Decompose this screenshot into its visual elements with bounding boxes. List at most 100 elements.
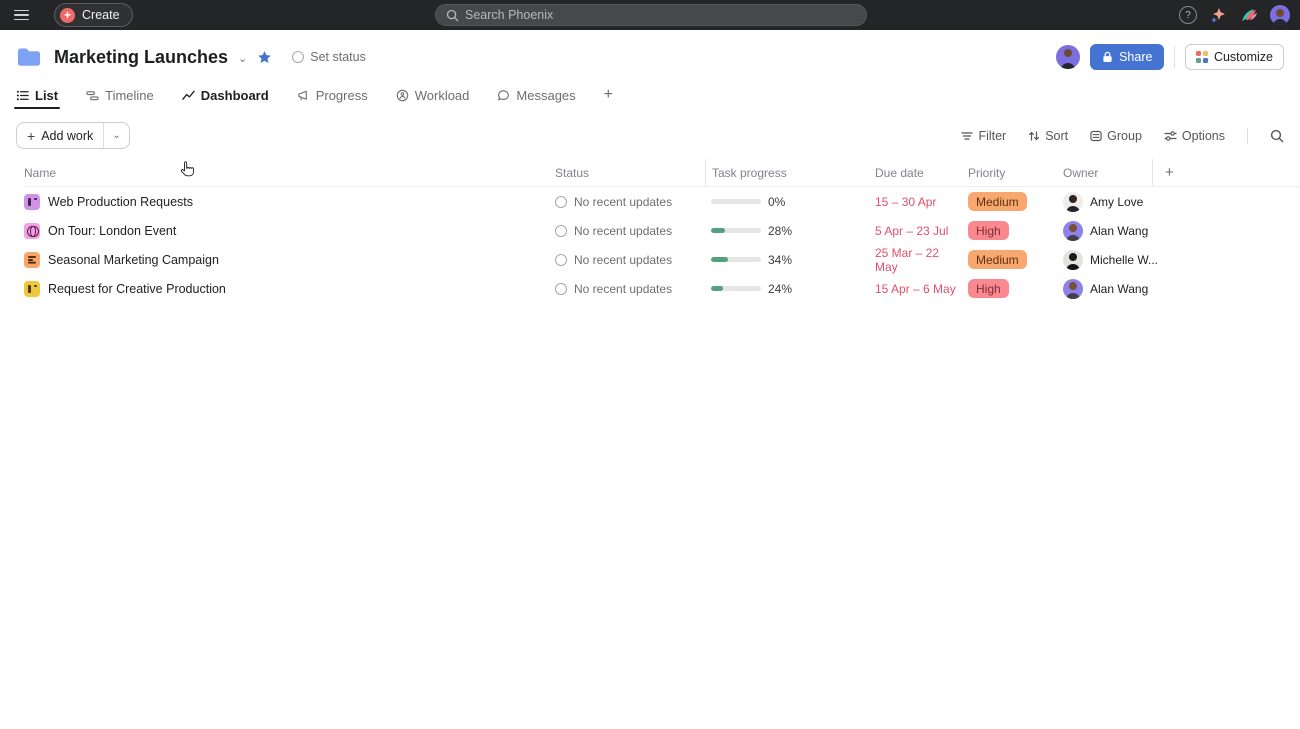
add-work-button[interactable]: + Add work ⌄ xyxy=(16,122,130,149)
project-icon xyxy=(24,281,40,297)
task-progress-cell[interactable]: 0% xyxy=(705,187,867,216)
timeline-icon xyxy=(86,89,99,102)
tab-list[interactable]: List xyxy=(16,82,58,108)
status-cell[interactable]: No recent updates xyxy=(555,274,705,303)
search-icon xyxy=(1270,129,1284,143)
table-body: Web Production Requests No recent update… xyxy=(0,187,1300,303)
group-button[interactable]: Group xyxy=(1090,129,1142,143)
column-header-priority[interactable]: Priority xyxy=(961,159,1056,186)
customize-button[interactable]: Customize xyxy=(1185,44,1284,70)
set-status-button[interactable]: Set status xyxy=(292,50,366,64)
table-row[interactable]: Web Production Requests No recent update… xyxy=(24,187,1300,216)
chevron-down-icon[interactable]: ⌄ xyxy=(238,52,247,65)
status-text: No recent updates xyxy=(574,282,672,296)
table-row[interactable]: Request for Creative Production No recen… xyxy=(24,274,1300,303)
task-progress-cell[interactable]: 34% xyxy=(705,245,867,274)
tab-messages[interactable]: Messages xyxy=(497,82,575,108)
project-name[interactable]: Web Production Requests xyxy=(48,195,193,209)
create-button[interactable]: + Create xyxy=(54,3,133,27)
filter-button[interactable]: Filter xyxy=(961,129,1006,143)
owner-avatar xyxy=(1063,221,1083,241)
column-header-name[interactable]: Name xyxy=(24,159,555,186)
project-name[interactable]: Seasonal Marketing Campaign xyxy=(48,253,219,267)
status-circle-icon xyxy=(555,225,567,237)
customize-label: Customize xyxy=(1214,50,1273,64)
progress-percent: 24% xyxy=(768,282,792,296)
project-name[interactable]: Request for Creative Production xyxy=(48,282,226,296)
progress-percent: 34% xyxy=(768,253,792,267)
project-icon xyxy=(24,252,40,268)
sort-icon xyxy=(1028,130,1040,142)
menu-icon[interactable] xyxy=(14,2,40,28)
share-label: Share xyxy=(1119,50,1152,64)
owner-avatar xyxy=(1063,250,1083,270)
add-view-button[interactable]: + xyxy=(604,86,613,104)
divider xyxy=(1247,128,1248,144)
global-search-input[interactable]: Search Phoenix xyxy=(435,4,867,26)
tab-dashboard[interactable]: Dashboard xyxy=(182,82,269,108)
help-button[interactable]: ? xyxy=(1179,6,1197,24)
sort-button[interactable]: Sort xyxy=(1028,129,1068,143)
progress-bar xyxy=(711,286,761,291)
owner-name: Alan Wang xyxy=(1090,282,1148,296)
status-cell[interactable]: No recent updates xyxy=(555,187,705,216)
priority-badge[interactable]: High xyxy=(968,221,1009,240)
list-toolbar: + Add work ⌄ Filter Sort xyxy=(0,108,1300,159)
owner-name: Alan Wang xyxy=(1090,224,1148,238)
list-search-button[interactable] xyxy=(1270,129,1284,143)
priority-badge[interactable]: High xyxy=(968,279,1009,298)
top-navigation-bar: + Create Search Phoenix ? xyxy=(0,0,1300,30)
tab-timeline[interactable]: Timeline xyxy=(86,82,154,108)
project-icon xyxy=(24,223,40,239)
page-title[interactable]: Marketing Launches xyxy=(54,47,228,68)
tab-progress[interactable]: Progress xyxy=(297,82,368,108)
due-date[interactable]: 15 Apr – 6 May xyxy=(875,282,956,296)
due-date[interactable]: 25 Mar – 22 May xyxy=(875,246,961,274)
add-column-button[interactable]: + xyxy=(1152,159,1192,186)
favorite-star-icon[interactable] xyxy=(257,50,272,65)
owner-cell[interactable]: Alan Wang xyxy=(1056,216,1152,245)
priority-badge[interactable]: Medium xyxy=(968,250,1027,269)
table-row[interactable]: Seasonal Marketing Campaign No recent up… xyxy=(24,245,1300,274)
add-work-dropdown[interactable]: ⌄ xyxy=(103,123,128,148)
owner-cell[interactable]: Alan Wang xyxy=(1056,274,1152,303)
due-date[interactable]: 5 Apr – 23 Jul xyxy=(875,224,948,238)
column-header-task-progress[interactable]: Task progress xyxy=(705,159,867,186)
task-progress-cell[interactable]: 28% xyxy=(705,216,867,245)
phoenix-logo-icon[interactable] xyxy=(1239,5,1259,25)
options-button[interactable]: Options xyxy=(1164,129,1225,143)
status-text: No recent updates xyxy=(574,195,672,209)
group-icon xyxy=(1090,130,1102,142)
divider xyxy=(1174,46,1175,68)
due-date[interactable]: 15 – 30 Apr xyxy=(875,195,936,209)
megaphone-icon xyxy=(297,89,310,102)
ai-sparkle-icon[interactable] xyxy=(1208,5,1228,25)
column-header-owner[interactable]: Owner xyxy=(1056,159,1152,186)
share-button[interactable]: Share xyxy=(1090,44,1164,70)
task-progress-cell[interactable]: 24% xyxy=(705,274,867,303)
tab-workload[interactable]: Workload xyxy=(396,82,470,108)
folder-icon xyxy=(16,46,42,68)
user-avatar[interactable] xyxy=(1270,5,1290,25)
status-text: No recent updates xyxy=(574,253,672,267)
search-placeholder: Search Phoenix xyxy=(465,8,553,22)
owner-name: Michelle W... xyxy=(1090,253,1158,267)
status-cell[interactable]: No recent updates xyxy=(555,245,705,274)
status-text: No recent updates xyxy=(574,224,672,238)
workload-icon xyxy=(396,89,409,102)
member-avatar[interactable] xyxy=(1056,45,1080,69)
owner-cell[interactable]: Michelle W... xyxy=(1056,245,1152,274)
status-circle-icon xyxy=(555,254,567,266)
progress-bar xyxy=(711,257,761,262)
table-row[interactable]: On Tour: London Event No recent updates … xyxy=(24,216,1300,245)
column-header-due-date[interactable]: Due date xyxy=(867,159,961,186)
project-name[interactable]: On Tour: London Event xyxy=(48,224,176,238)
topbar-actions: ? xyxy=(1179,5,1290,25)
priority-badge[interactable]: Medium xyxy=(968,192,1027,211)
column-header-status[interactable]: Status xyxy=(555,159,705,186)
project-header: Marketing Launches ⌄ Set status Share Cu… xyxy=(0,30,1300,70)
owner-cell[interactable]: Amy Love xyxy=(1056,187,1152,216)
status-cell[interactable]: No recent updates xyxy=(555,216,705,245)
status-circle-icon xyxy=(555,196,567,208)
view-tabs: List Timeline Dashboard Progress Workloa… xyxy=(0,82,1300,108)
